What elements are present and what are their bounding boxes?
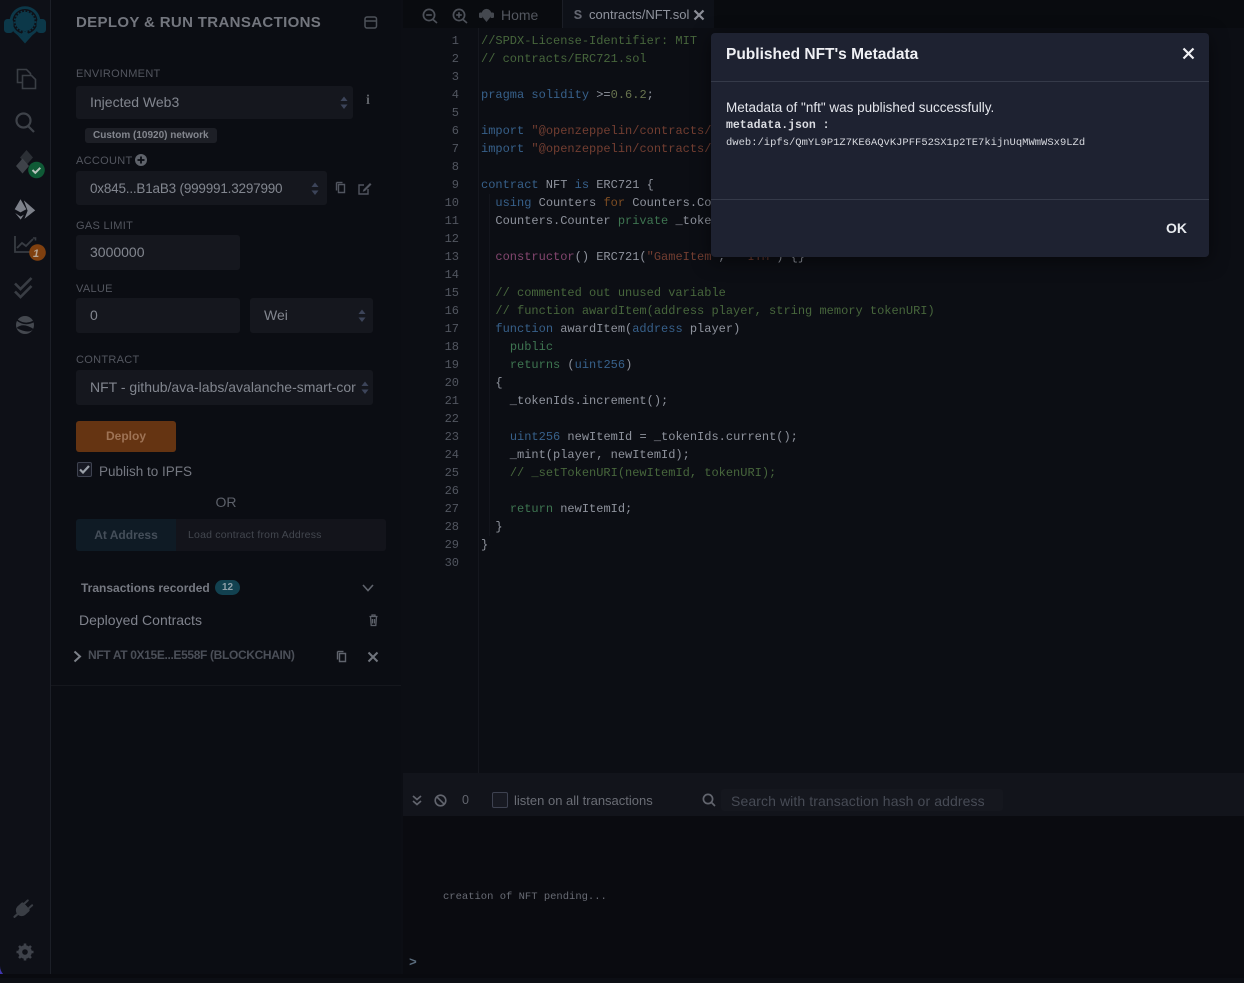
- svg-text:1: 1: [33, 248, 39, 260]
- svg-text:S: S: [574, 8, 582, 22]
